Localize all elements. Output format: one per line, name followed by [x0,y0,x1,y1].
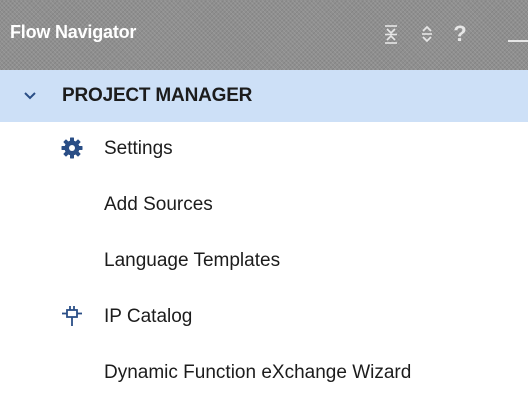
nav-item-label: Settings [104,138,173,159]
expand-all-icon[interactable] [416,18,438,50]
gear-icon [61,137,83,159]
nav-item-label: Add Sources [104,194,213,215]
section-project-manager[interactable]: PROJECT MANAGER [0,70,528,122]
nav-item-label: Language Templates [104,250,281,271]
nav-item-settings[interactable]: Settings [0,122,528,178]
nav-item-ip-catalog[interactable]: IP Catalog [0,290,528,346]
nav-item-dynamic-function-exchange-wizard[interactable]: Dynamic Function eXchange Wizard [0,346,528,402]
help-icon[interactable]: ? [448,18,472,50]
section-label: PROJECT MANAGER [62,85,253,106]
minimize-icon[interactable] [500,18,528,50]
nav-item-add-sources[interactable]: Add Sources [0,178,528,234]
flow-navigator-panel: Flow Navigator ? PROJECT MANAGER Setting… [0,0,528,393]
chevron-down-icon[interactable] [22,88,38,104]
nav-item-label: Dynamic Function eXchange Wizard [104,362,412,383]
collapse-all-icon[interactable] [380,18,402,50]
flow-navigator-header: Flow Navigator ? [0,0,528,70]
nav-item-language-templates[interactable]: Language Templates [0,234,528,290]
ip-core-icon [62,306,82,326]
panel-title: Flow Navigator [10,22,137,42]
minimize-bar [508,40,528,42]
nav-item-label: IP Catalog [104,306,193,327]
